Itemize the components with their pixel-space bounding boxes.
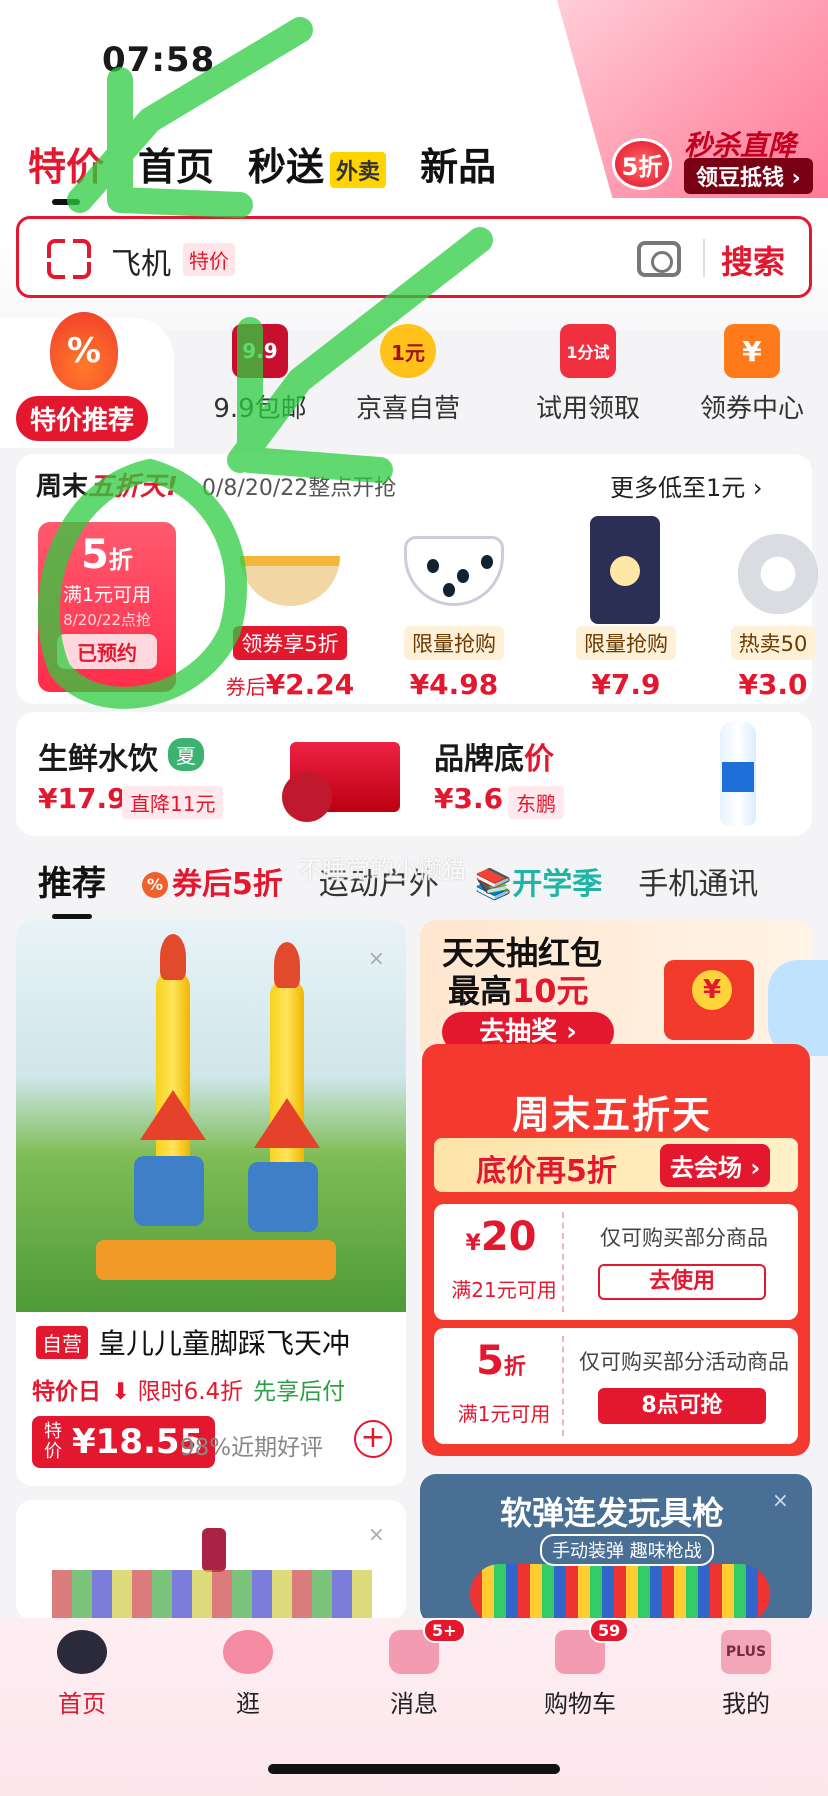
search-tag: 特价 [183,243,235,276]
weekend-title: 周末五折天! [36,472,178,502]
product-image [718,516,828,626]
red-envelope-icon [664,960,754,1040]
product-toast[interactable]: 限量抢购 ¥7.9 [546,516,706,701]
drink-bottle-image[interactable] [720,722,756,826]
tab-new[interactable]: 新品 [420,136,496,191]
trial-icon: 1分试 [560,324,616,378]
product-title: 皇儿儿童脚踩飞天冲 [98,1327,351,1360]
search-bar[interactable]: 飞机 特价 搜索 [16,216,812,298]
product-image [546,516,706,626]
plus-member-icon: PLUS [721,1630,771,1674]
tab-miaosong[interactable]: 秒送 外卖 [248,136,387,191]
feed-tab-coupon[interactable]: % 券后5折 [142,859,283,903]
close-icon[interactable]: × [368,946,385,970]
feed-tab-phone[interactable]: 手机通讯 [638,859,758,903]
waimai-tag: 外卖 [330,151,387,188]
search-button[interactable]: 搜索 [721,237,785,283]
add-to-cart-button[interactable]: + [354,1420,392,1458]
product-card-rocket[interactable]: × 自营 皇儿儿童脚踩飞天冲 特价日 ⬇ 限时6.4折 先享后付 特价 ¥18.… [16,920,406,1486]
tab-bar-messages[interactable]: 5+ 消息 [354,1618,474,1719]
weekend-panel-title: 周末五折天 [512,1093,713,1137]
promo-badge: 5折 [612,138,672,190]
toy-gun-title: 软弹连发玩具枪 [500,1494,725,1532]
search-divider [703,239,705,277]
toy-gun-image [470,1564,770,1624]
brand-title[interactable]: 品牌底价 [434,734,554,778]
tab-bar-home[interactable]: 首页 [22,1630,142,1719]
product-bowl[interactable]: 限量抢购 ¥4.98 [374,516,534,701]
promo-subtitle: 领豆抵钱 › [684,158,813,194]
pomegranate-image[interactable] [282,742,400,822]
more-low-price-link[interactable]: 更多低至1元 › [610,468,763,503]
coupon-card-5zhe: 5折 满1元可用 仅可购买部分活动商品 8点可抢 [434,1328,798,1444]
message-badge: 5+ [423,1618,466,1643]
scan-icon[interactable] [43,235,95,283]
weekend-subtitle: 0/8/20/22整点开抢 [202,476,397,501]
discount-coupon[interactable]: 5折 满1元可用 8/20/22点抢 已预约 [38,522,176,692]
product-noodle[interactable]: 领券享5折 券后¥2.24 [210,516,370,701]
category-row: 9.9 9.9包邮 1元 京喜自营 1分试 试用领取 ¥ 领券中心 [0,324,828,444]
tab-tejia[interactable]: 特价 [28,136,104,205]
promo-line: 特价日 ⬇ 限时6.4折 先享后付 [32,1379,346,1405]
home-indicator [268,1764,560,1774]
nine-nine-icon: 9.9 [232,324,288,378]
blocks-image [52,1570,372,1620]
coupon-yen-icon: ¥ [724,324,780,378]
coupon-card-20: ¥20 满21元可用 仅可购买部分商品 去使用 [434,1204,798,1320]
summer-tag: 夏 [168,738,204,771]
watermark: 不睡觉的小懒猫 [298,856,466,884]
tab-bar-cart[interactable]: 59 购物车 [520,1618,640,1719]
rocket-toy-image [16,920,406,1312]
reserved-button[interactable]: 已预约 [57,634,157,669]
cart-icon: 59 [555,1618,630,1674]
brand-price: ¥3.6 [434,782,504,815]
category-jingxi[interactable]: 1元 京喜自营 [328,324,488,425]
brand-name: 东鹏 [508,786,564,819]
product-image [210,516,370,626]
toy-figure-image [202,1528,226,1572]
status-time: 07:58 [102,40,216,80]
close-icon[interactable]: × [368,1522,385,1546]
go-venue-button[interactable]: 去会场 › [660,1144,771,1187]
home-dog-icon [57,1630,107,1674]
percent-icon: % [142,872,168,898]
red-packet-max: 最高10元 [448,972,589,1010]
category-coupon[interactable]: ¥ 领券中心 [672,324,828,425]
product-tape[interactable]: 热卖50 ¥3.0 [718,516,828,701]
cart-badge: 59 [589,1618,630,1643]
tab-home[interactable]: 首页 [138,136,214,191]
self-operated-badge: 自营 [36,1326,88,1359]
camera-icon[interactable] [637,241,681,277]
message-icon: 5+ [389,1618,466,1674]
books-icon: 📚 [474,866,513,902]
fresh-title[interactable]: 生鲜水饮 [38,734,158,778]
search-input[interactable]: 飞机 [111,239,171,283]
use-coupon-button[interactable]: 去使用 [598,1264,766,1300]
feed-tab-school[interactable]: 📚开学季 [475,859,602,903]
product-card-blocks[interactable]: × [16,1500,406,1620]
category-99[interactable]: 9.9 9.9包邮 [180,324,340,425]
one-yuan-icon: 1元 [380,324,436,378]
planet-icon [223,1630,273,1674]
rating-text: 98%近期好评 [180,1435,324,1461]
category-trial[interactable]: 1分试 试用领取 [508,324,668,425]
tab-bar-browse[interactable]: 逛 [188,1630,308,1719]
fresh-discount: 直降11元 [122,786,224,819]
mascot-icon[interactable] [768,960,828,1056]
toy-gun-subtitle: 手动装弹 趣味枪战 [540,1534,714,1566]
fresh-price: ¥17.9 [38,782,127,815]
close-icon[interactable]: × [772,1488,789,1512]
grab-at-8-button[interactable]: 8点可抢 [598,1388,766,1424]
tab-bar-profile[interactable]: PLUS 我的 [686,1630,806,1719]
feed-tab-recommend[interactable]: 推荐 [38,856,106,919]
top-nav: 特价 首页 秒送 外卖 新品 [28,136,496,205]
product-image [374,516,534,626]
weekend-panel-bar-text: 底价再5折 [476,1154,617,1189]
